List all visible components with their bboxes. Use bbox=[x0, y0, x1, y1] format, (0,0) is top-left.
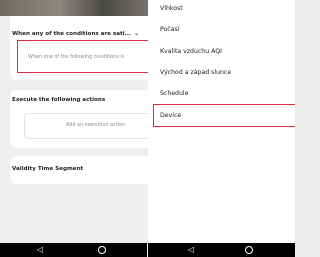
condition-selector[interactable]: When any of the conditions are sati... ⌄ bbox=[12, 30, 139, 37]
navigation-bar-right: ◁ bbox=[148, 243, 295, 257]
back-icon[interactable]: ◁ bbox=[188, 245, 194, 255]
menu-item-vlhkost[interactable]: Vlhkost bbox=[160, 5, 183, 12]
home-icon[interactable] bbox=[245, 246, 253, 254]
home-icon[interactable] bbox=[98, 246, 106, 254]
chevron-down-icon: ⌄ bbox=[133, 30, 139, 37]
menu-item-schedule[interactable]: Schedule bbox=[160, 90, 188, 97]
menu-item-aqi[interactable]: Kvalita vzduchu AQI bbox=[160, 48, 222, 55]
navigation-bar: ◁ bbox=[0, 243, 147, 257]
condition-type-menu: Vlhkost Počasí Kvalita vzduchu AQI Výcho… bbox=[148, 0, 295, 257]
left-screen: When any of the conditions are sati... ⌄ … bbox=[0, 0, 148, 257]
header-photo bbox=[0, 0, 148, 16]
add-action-button[interactable]: Add an execution action bbox=[66, 122, 125, 128]
back-icon[interactable]: ◁ bbox=[37, 245, 43, 255]
add-condition-button[interactable]: When one of the following conditions is bbox=[28, 54, 124, 60]
menu-item-device[interactable]: Device bbox=[160, 112, 181, 119]
validity-title: Validity Time Segment bbox=[12, 166, 84, 172]
condition-selector-label: When any of the conditions are sati... bbox=[12, 31, 131, 37]
menu-item-sunrise-sunset[interactable]: Východ a západ slunce bbox=[160, 69, 231, 76]
actions-title: Execute the following actions bbox=[12, 97, 106, 103]
menu-item-pocasi[interactable]: Počasí bbox=[160, 26, 179, 33]
